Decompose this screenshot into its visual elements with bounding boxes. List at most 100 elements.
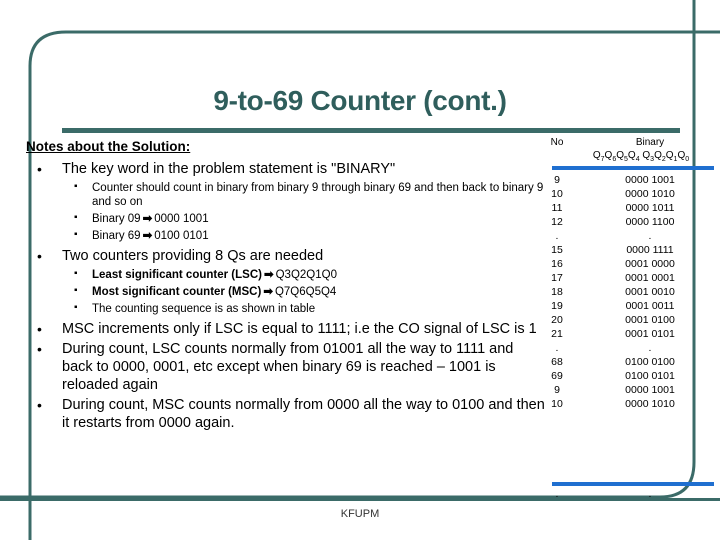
right-arrow-icon: ➡ xyxy=(263,269,274,281)
sub-bullet-value: 0000 1001 xyxy=(154,213,209,225)
bullet-item: • During count, MSC counts normally from … xyxy=(26,396,546,432)
sub-bullet-marker-icon: ▪ xyxy=(74,302,78,313)
cell-no: 9 xyxy=(554,384,560,396)
cell-binary: . xyxy=(648,342,652,354)
footer-rule xyxy=(0,498,720,501)
notes-heading: Notes about the Solution: xyxy=(26,139,191,154)
bullet-text: The key word in the problem statement is… xyxy=(62,161,396,177)
title-block: 9-to-69 Counter (cont.) xyxy=(0,84,720,118)
table-row: 21 0001 0101 xyxy=(528,327,714,341)
table-row: 10 0000 1010 xyxy=(528,397,714,411)
bullet-text: Two counters providing 8 Qs are needed xyxy=(62,248,324,264)
sub-bullet-item: ▪ Binary 69 ➡ 0100 0101 xyxy=(62,229,546,243)
sub-bullet-label: Binary 69 xyxy=(92,230,141,242)
table-row: 9 0000 1001 xyxy=(528,173,714,187)
bit-label: Q5 xyxy=(616,150,628,163)
bit-label: Q4 xyxy=(627,150,640,163)
bullet-text: During count, MSC counts normally from 0… xyxy=(62,397,545,431)
notes-column: Notes about the Solution: • The key word … xyxy=(26,138,546,434)
table-row: 11 0000 1011 xyxy=(528,201,714,215)
table-row: 9 0000 1001 xyxy=(528,383,714,397)
cell-binary: 0100 0100 xyxy=(625,356,675,368)
cell-binary: 0001 0101 xyxy=(625,328,675,340)
sub-bullet-text: Counter should count in binary from bina… xyxy=(92,182,544,208)
bit-label: Q0 xyxy=(677,150,690,163)
title-underline-rule xyxy=(62,128,680,133)
cell-no: 21 xyxy=(551,328,563,340)
sub-bullet-item: ▪ The counting sequence is as shown in ta… xyxy=(62,302,546,316)
sub-bullet-list: ▪ Least significant counter (LSC) ➡ Q3Q2Q1Q… xyxy=(62,268,546,316)
bit-index: 7 xyxy=(600,156,605,163)
sub-bullet-marker-icon: ▪ xyxy=(74,181,78,192)
cell-no: 17 xyxy=(551,272,563,284)
cell-binary: 0001 0011 xyxy=(625,300,675,312)
cell-no: 19 xyxy=(551,300,563,312)
table-row: 20 0001 0100 xyxy=(528,313,714,327)
bullet-list: • The key word in the problem statement i… xyxy=(26,160,546,432)
cell-binary: 0000 1100 xyxy=(625,216,675,228)
bit-label-group-high: Q7Q6Q5Q4 xyxy=(593,150,640,163)
sub-bullet-label: Binary 09 xyxy=(92,213,141,225)
footer-text: KFUPM xyxy=(340,508,380,520)
cell-no: . xyxy=(555,342,559,354)
cell-binary: . xyxy=(648,230,652,242)
table-row: .. xyxy=(528,229,714,243)
cell-binary: 0000 1001 xyxy=(625,174,675,186)
sub-bullet-value: Q7Q6Q5Q4 xyxy=(274,286,337,298)
cell-no: 11 xyxy=(551,202,563,214)
bit-label: Q2 xyxy=(654,150,666,163)
cell-no: 12 xyxy=(551,216,563,228)
sub-bullet-item: ▪ Least significant counter (LSC) ➡ Q3Q2Q1Q… xyxy=(62,268,546,282)
right-arrow-icon: ➡ xyxy=(263,286,273,298)
sub-bullet-marker-icon: ▪ xyxy=(74,268,78,279)
cell-no: 10 xyxy=(551,398,563,410)
column-header-no: No xyxy=(550,137,564,148)
cell-binary: 0000 1010 xyxy=(625,188,675,200)
sub-bullet-marker-icon: ▪ xyxy=(74,212,78,223)
table-body: 9 0000 1001 10 0000 1010 11 0000 1011 12 0000 1… xyxy=(528,173,714,411)
cell-binary: 0001 0100 xyxy=(625,314,675,326)
bit-label: Q3 xyxy=(642,150,655,163)
sub-bullet-item: ▪ Binary 09 ➡ 0000 1001 xyxy=(62,212,546,226)
cell-binary: 0000 1001 xyxy=(625,384,675,396)
cell-no: . xyxy=(555,230,559,242)
sub-bullet-item: ▪ Counter should count in binary from bin… xyxy=(62,181,546,209)
bit-index: 0 xyxy=(685,156,690,163)
right-arrow-icon: ➡ xyxy=(142,213,153,225)
sub-bullet-marker-icon: ▪ xyxy=(74,229,78,240)
cell-binary: 0001 0010 xyxy=(625,286,675,298)
cell-no: 15 xyxy=(551,244,563,256)
sub-bullet-label: Most significant counter (MSC) xyxy=(92,286,262,298)
table-row: 69 0100 0101 xyxy=(528,369,714,383)
cell-no: 18 xyxy=(551,286,563,298)
table-row: 68 0100 0100 xyxy=(528,355,714,369)
sub-bullet-text: The counting sequence is as shown in tab… xyxy=(92,303,316,315)
bullet-marker-icon: • xyxy=(37,161,42,177)
bullet-item: • During count, LSC counts normally from … xyxy=(26,340,546,394)
bit-label: Q1 xyxy=(665,150,678,163)
cell-binary: 0100 0101 xyxy=(625,370,675,382)
table-bottom-blue-rule xyxy=(552,482,714,486)
table-header-row: No Binary xyxy=(528,136,714,149)
cell-no: 10 xyxy=(551,188,563,200)
page-title: 9-to-69 Counter (cont.) xyxy=(213,85,507,116)
cell-binary: 0001 0001 xyxy=(625,272,675,284)
bullet-text: MSC increments only if LSC is equal to 1… xyxy=(62,321,537,337)
table-top-blue-rule xyxy=(552,166,714,170)
cell-binary: 0000 1111 xyxy=(626,244,674,256)
bullet-marker-icon: • xyxy=(37,248,42,264)
table-row: 10 0000 1010 xyxy=(528,187,714,201)
table-row: .. xyxy=(528,341,714,355)
column-header-binary: Binary xyxy=(635,137,665,148)
cell-binary: 0000 1010 xyxy=(625,398,675,410)
bullet-marker-icon: • xyxy=(37,341,42,357)
table-row: 17 0001 0001 xyxy=(528,271,714,285)
bullet-item: • MSC increments only if LSC is equal to … xyxy=(26,320,546,338)
sub-bullet-item: ▪ Most significant counter (MSC) ➡ Q7Q6Q5Q4 xyxy=(62,285,546,299)
bit-label: Q6 xyxy=(604,150,617,163)
right-arrow-icon: ➡ xyxy=(142,230,153,242)
sub-bullet-marker-icon: ▪ xyxy=(74,285,78,296)
cell-no: 20 xyxy=(551,314,563,326)
cell-binary: 0000 1011 xyxy=(625,202,675,214)
cell-no: 69 xyxy=(551,370,563,382)
